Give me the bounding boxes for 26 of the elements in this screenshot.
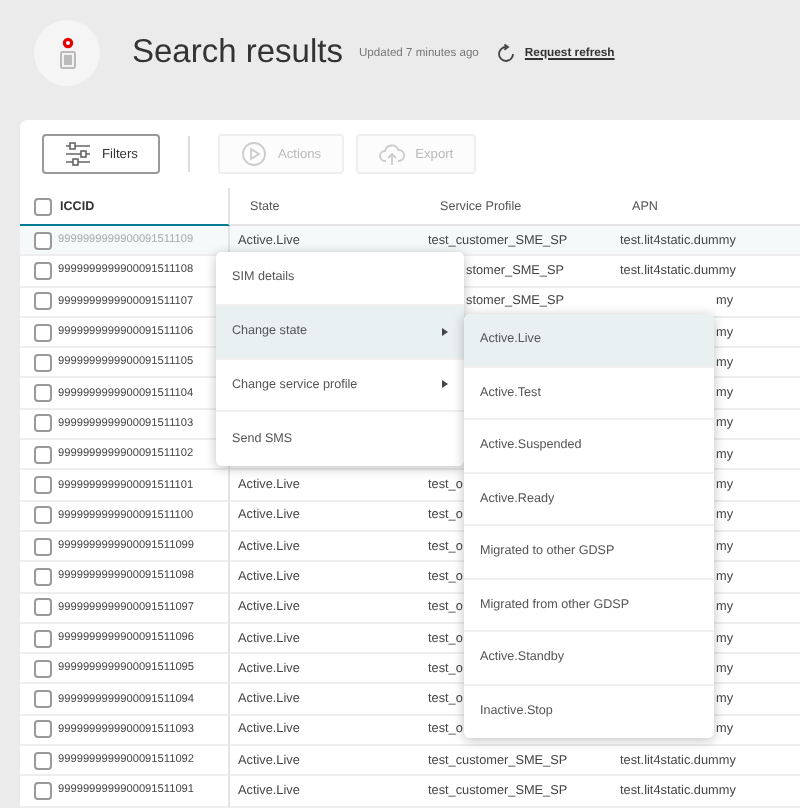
checkbox[interactable]	[34, 506, 52, 525]
checkbox[interactable]	[34, 751, 52, 770]
checkbox[interactable]	[34, 690, 52, 709]
checkbox[interactable]	[34, 567, 52, 586]
checkbox[interactable]	[34, 598, 52, 617]
checkbox[interactable]	[34, 476, 52, 495]
checkbox[interactable]	[34, 659, 52, 678]
checkbox[interactable]	[34, 292, 52, 311]
checkbox[interactable]	[34, 384, 52, 403]
refresh-icon	[496, 43, 517, 63]
checkbox[interactable]	[34, 445, 52, 464]
checkbox[interactable]	[34, 231, 52, 250]
checkbox[interactable]	[34, 353, 52, 372]
checkbox[interactable]	[34, 720, 52, 739]
sliders-icon	[64, 140, 92, 168]
checkbox[interactable]	[34, 537, 52, 556]
checkbox[interactable]	[34, 197, 52, 215]
cloud-upload-icon	[377, 140, 406, 168]
play-icon	[239, 140, 268, 168]
page-title: Search results	[132, 34, 343, 72]
checkbox[interactable]	[34, 414, 52, 433]
checkbox[interactable]	[34, 261, 52, 280]
sim-card-icon	[55, 36, 79, 70]
checkbox[interactable]	[34, 323, 52, 342]
checkbox[interactable]	[34, 781, 52, 800]
checkbox[interactable]	[34, 629, 52, 647]
